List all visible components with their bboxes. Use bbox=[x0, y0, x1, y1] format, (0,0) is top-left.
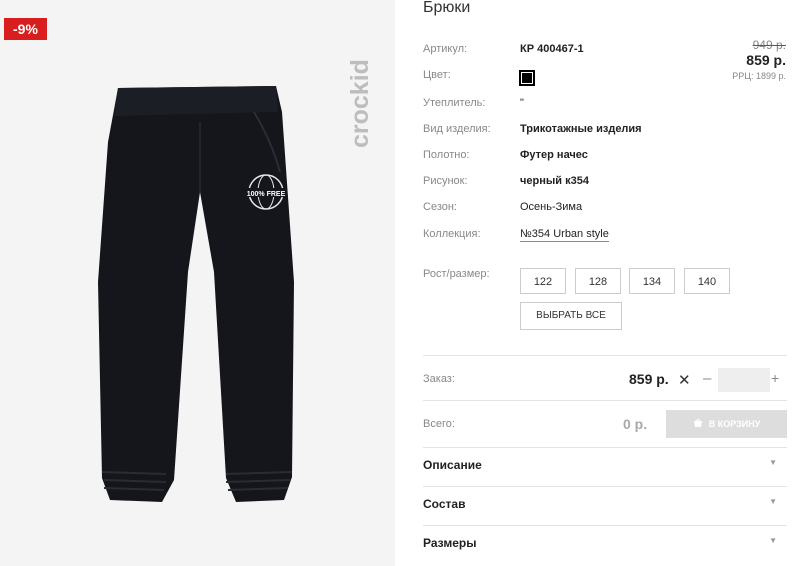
divider bbox=[423, 400, 787, 401]
size-button-140[interactable]: 140 bbox=[684, 268, 730, 294]
size-button-128[interactable]: 128 bbox=[575, 268, 621, 294]
product-title: Брюки bbox=[423, 0, 471, 16]
total-value: 0 р. bbox=[623, 416, 648, 432]
accordion-description[interactable]: Описание ▼ bbox=[423, 448, 787, 486]
product-image-panel[interactable]: -9% crockid 100% FREE bbox=[0, 0, 395, 566]
select-all-button[interactable]: ВЫБРАТЬ ВСЕ bbox=[520, 302, 622, 330]
total-label: Всего: bbox=[423, 418, 455, 430]
discount-badge: -9% bbox=[4, 18, 47, 40]
basket-icon bbox=[693, 419, 702, 427]
current-price: 859 р. bbox=[746, 52, 786, 68]
caret-down-icon: ▼ bbox=[769, 536, 777, 545]
increase-button[interactable]: + bbox=[771, 370, 779, 386]
order-label: Заказ: bbox=[423, 373, 455, 385]
caret-down-icon: ▼ bbox=[769, 497, 777, 506]
add-to-cart-button[interactable]: В КОРЗИНУ bbox=[666, 410, 787, 438]
collection-link[interactable]: №354 Urban style bbox=[520, 228, 609, 242]
times-icon: ✕ bbox=[678, 372, 691, 389]
svg-text:crockid: crockid bbox=[346, 59, 374, 148]
pants-image: 100% FREE bbox=[98, 86, 294, 502]
product-info: Брюки 949 р. 859 р. РРЦ: 1899 р. Артикул… bbox=[395, 0, 800, 566]
old-price: 949 р. bbox=[752, 38, 786, 52]
color-swatch[interactable] bbox=[519, 70, 535, 86]
accordion-sizes[interactable]: Размеры ▼ bbox=[423, 526, 787, 564]
decrease-button[interactable]: – bbox=[703, 370, 711, 387]
caret-down-icon: ▼ bbox=[769, 458, 777, 467]
add-to-cart-label: В КОРЗИНУ bbox=[708, 419, 761, 429]
rrp-price: РРЦ: 1899 р. bbox=[732, 71, 786, 81]
size-button-122[interactable]: 122 bbox=[520, 268, 566, 294]
divider bbox=[423, 355, 787, 356]
size-button-134[interactable]: 134 bbox=[629, 268, 675, 294]
svg-text:100% FREE: 100% FREE bbox=[247, 191, 286, 198]
accordion-composition[interactable]: Состав ▼ bbox=[423, 487, 787, 525]
brand-logo: crockid bbox=[346, 59, 374, 148]
quantity-input[interactable] bbox=[718, 368, 770, 392]
order-price: 859 р. bbox=[629, 371, 669, 387]
